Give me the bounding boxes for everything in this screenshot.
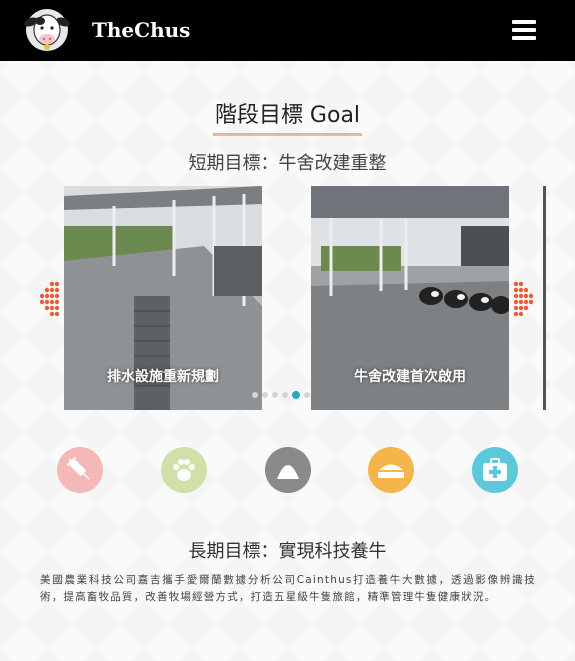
carousel-next-arrow-icon[interactable] [512,281,536,317]
carousel-dot-active[interactable] [292,391,300,399]
paw-icon[interactable] [161,447,207,493]
hamburger-menu-icon[interactable] [512,20,536,40]
feed-tray-icon[interactable] [368,447,414,493]
short-term-title: 短期目標：牛舍改建重整 [188,153,387,174]
slide-caption: 牛舍改建首次啟用 [354,369,466,385]
section-title-text: 階段目標 Goal [212,97,363,136]
slide-barn-opening[interactable]: 牛舍改建首次啟用 [311,186,509,410]
medical-kit-icon[interactable] [472,447,518,493]
carousel-dot[interactable] [282,392,288,398]
cow-logo-icon[interactable] [22,8,72,52]
slide-drainage[interactable]: 排水設施重新規劃 [64,186,262,410]
feed-pile-icon[interactable] [265,447,311,493]
long-term-description: 美國農業科技公司嘉吉攜手愛爾蘭數據分析公司Cainthus打造養牛大數據，透過影… [40,574,536,603]
section-title: 階段目標 Goal [0,97,575,136]
syringe-icon[interactable] [57,447,103,493]
next-slide-edge [543,186,546,410]
carousel-dot[interactable] [272,392,278,398]
feature-icon-row [0,447,575,495]
carousel-prev-arrow-icon[interactable] [37,281,61,317]
carousel-dot[interactable] [304,392,310,398]
brand-name[interactable]: TheChus [92,18,190,42]
long-term-title: 長期目標：實現科技養牛 [188,541,387,562]
slide-caption: 排水設施重新規劃 [107,369,219,385]
carousel-dot[interactable] [262,392,268,398]
image-carousel[interactable]: 排水設施重新規劃 牛舍改建首次啟用 [0,184,575,412]
carousel-indicators [252,391,310,399]
top-navbar: TheChus [0,0,575,61]
carousel-dot[interactable] [252,392,258,398]
